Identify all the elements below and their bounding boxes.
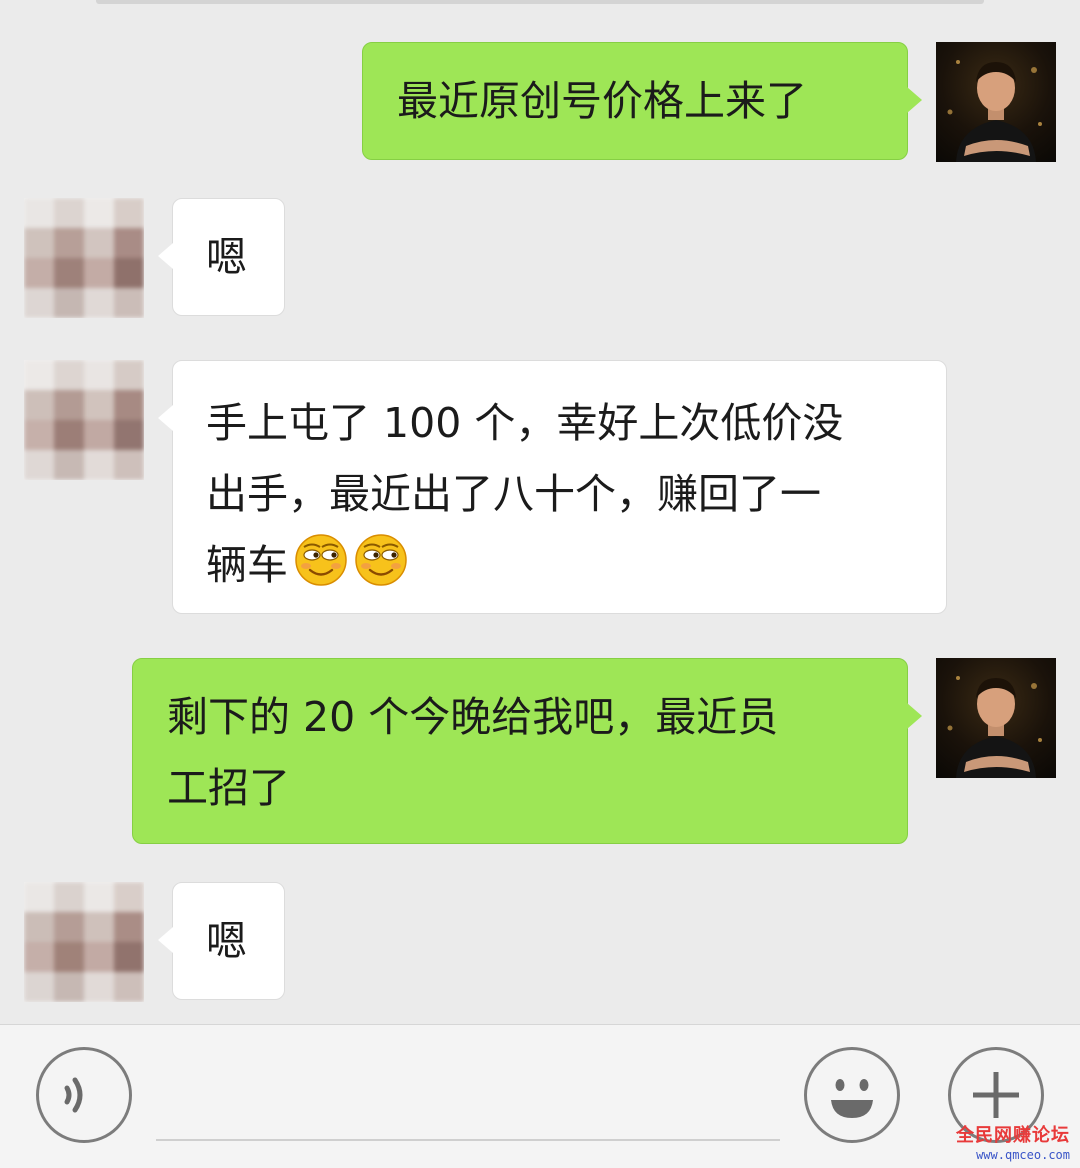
scroll-edge	[96, 0, 984, 4]
watermark: 全民网赚论坛 www.qmceo.com	[956, 1121, 1070, 1162]
self-avatar[interactable]	[936, 658, 1056, 778]
voice-button[interactable]	[36, 1047, 132, 1143]
emoji-button[interactable]	[804, 1047, 900, 1143]
chat-input-bar: 全民网赚论坛 www.qmceo.com	[0, 1024, 1080, 1168]
smirk-emoji-icon	[295, 534, 347, 586]
message-line: 手上屯了 100 个，幸好上次低价没	[206, 399, 844, 447]
watermark-url: www.qmceo.com	[976, 1148, 1070, 1162]
message-text: 嗯	[206, 233, 247, 281]
message-text-input[interactable]	[156, 1139, 780, 1141]
message-bubble-contact[interactable]: 嗯	[158, 882, 285, 1000]
message-line: 辆车	[206, 541, 288, 589]
smirk-emoji-icon	[355, 534, 407, 586]
message-bubble-contact[interactable]: 手上屯了 100 个，幸好上次低价没 出手，最近出了八十个，赚回了一 辆车	[158, 360, 947, 614]
contact-avatar[interactable]	[24, 882, 144, 1002]
contact-avatar[interactable]	[24, 198, 144, 318]
watermark-name: 全民网赚论坛	[956, 1125, 1070, 1146]
message-bubble-self[interactable]: 最近原创号价格上来了	[362, 42, 922, 160]
message-bubble-self[interactable]: 剩下的 20 个今晚给我吧，最近员 工招了	[132, 658, 922, 844]
message-line-with-emoji: 辆车	[206, 530, 946, 601]
pixelated-avatar-icon	[24, 360, 144, 480]
message-bubble-contact[interactable]: 嗯	[158, 198, 285, 316]
emoji-face-icon	[831, 1079, 873, 1118]
message-text: 嗯	[206, 917, 247, 965]
message-line: 出手，最近出了八十个，赚回了一	[206, 470, 821, 518]
pixelated-avatar-icon	[24, 882, 144, 1002]
pixelated-avatar-icon	[24, 198, 144, 318]
self-avatar[interactable]	[936, 42, 1056, 162]
message-line: 剩下的 20 个今晚给我吧，最近员	[167, 693, 779, 741]
voice-icon	[64, 1077, 83, 1113]
contact-avatar[interactable]	[24, 360, 144, 480]
chat-message-area[interactable]: 最近原创号价格上来了 嗯 手上屯了 100 个，幸好上次低价没 出手，最近出了八…	[0, 0, 1080, 1024]
message-text: 最近原创号价格上来了	[397, 77, 807, 125]
message-line: 工招了	[167, 764, 290, 812]
person-avatar-icon	[947, 60, 1042, 162]
person-avatar-icon	[947, 676, 1042, 778]
